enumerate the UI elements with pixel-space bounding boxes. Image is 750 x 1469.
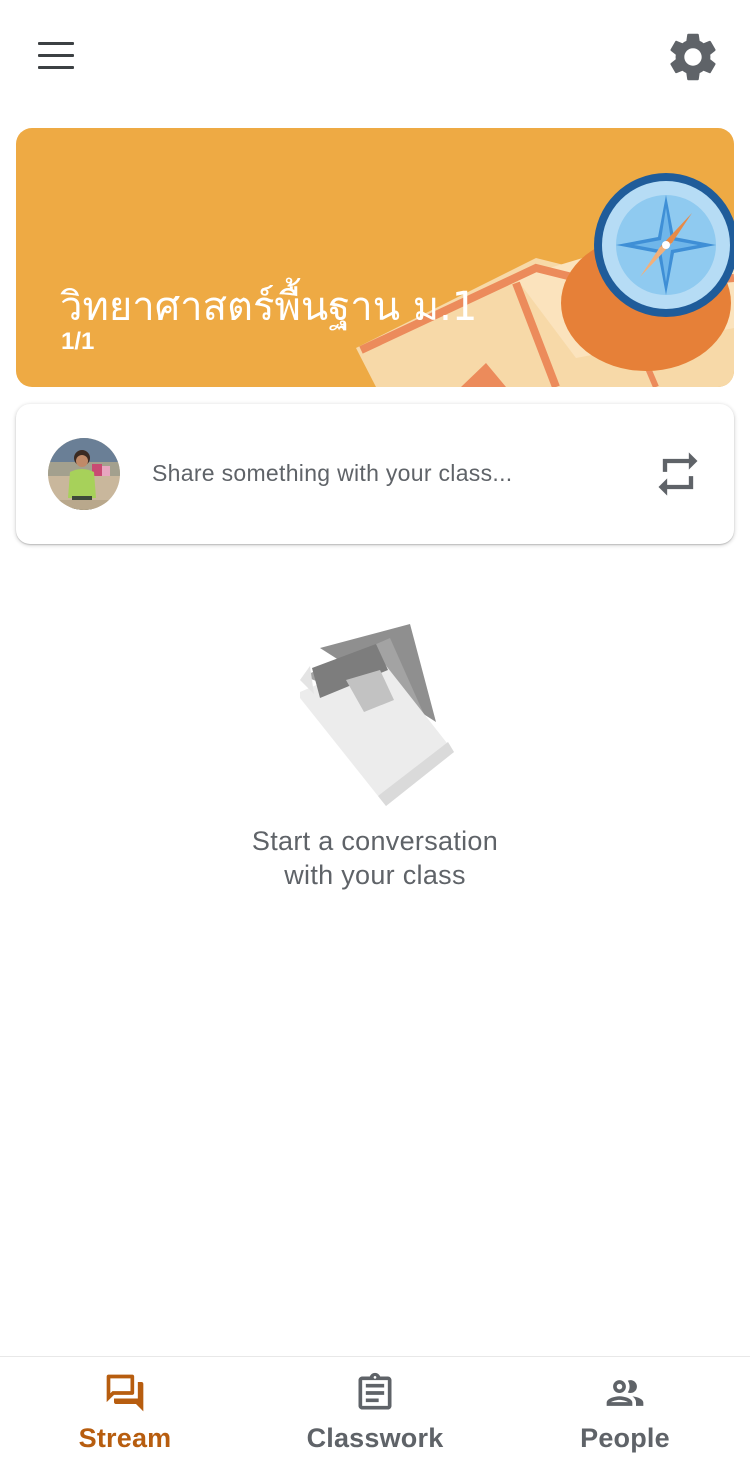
assignment-icon: [358, 1372, 392, 1410]
top-app-bar: [0, 0, 750, 112]
forum-icon: [106, 1374, 144, 1412]
people-icon: [606, 1380, 644, 1406]
nav-people-label: People: [580, 1423, 670, 1453]
nav-classwork[interactable]: Classwork: [250, 1357, 500, 1469]
settings-button[interactable]: [664, 28, 722, 86]
empty-state-line-2: with your class: [284, 860, 466, 890]
compass-map-illustration: [356, 173, 734, 387]
share-placeholder[interactable]: Share something with your class...: [152, 460, 512, 487]
nav-classwork-label: Classwork: [306, 1423, 444, 1453]
stacked-documents-icon: [300, 624, 454, 806]
share-announcement-card[interactable]: Share something with your class...: [16, 404, 734, 544]
reuse-post-button[interactable]: [650, 448, 706, 500]
nav-stream[interactable]: Stream: [0, 1357, 250, 1469]
bottom-navigation: Stream Classwork People: [0, 1356, 750, 1469]
class-banner[interactable]: วิทยาศาสตร์พื้นฐาน ม.1 1/1: [16, 128, 734, 387]
empty-state-line-1: Start a conversation: [251, 826, 499, 856]
hamburger-menu-icon: [38, 42, 74, 45]
class-title: วิทยาศาสตร์พื้นฐาน ม.1: [60, 284, 478, 330]
empty-state-message: Start a conversation with your class: [0, 824, 750, 892]
nav-stream-label: Stream: [78, 1423, 172, 1453]
gear-icon: [670, 33, 716, 81]
nav-people[interactable]: People: [500, 1357, 750, 1469]
repeat-icon: [658, 452, 698, 496]
avatar: [48, 438, 120, 510]
menu-button[interactable]: [28, 30, 84, 82]
class-section: 1/1: [61, 328, 95, 355]
